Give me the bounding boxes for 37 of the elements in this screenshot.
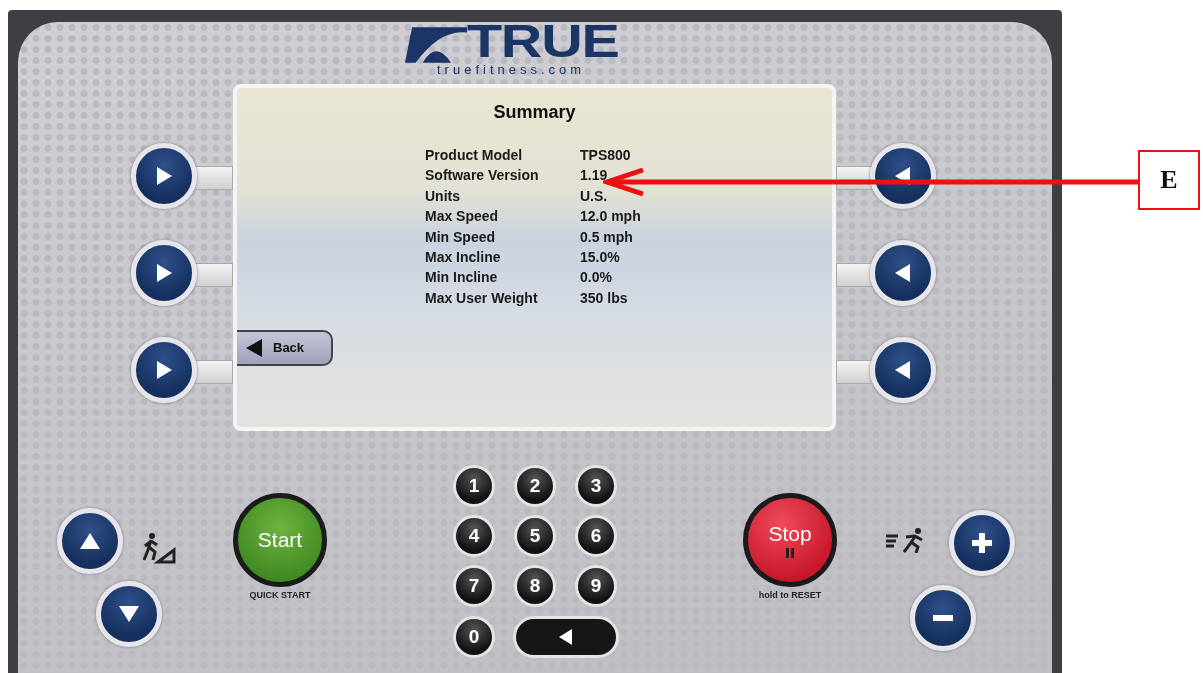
back-arrow-icon [893,262,913,284]
summary-label: Max Incline [425,248,502,265]
reset-caption: hold to RESET [757,590,823,600]
summary-label: Min Incline [425,269,499,286]
play-icon [154,165,174,187]
plus-icon [970,531,994,555]
summary-value: 12.0 mph [580,208,641,225]
summary-label: Units [425,187,461,204]
summary-value: 0.0% [580,269,613,286]
summary-value: 0.5 mph [580,228,634,245]
summary-value: 1.19 [580,167,609,184]
back-button[interactable]: Back [237,329,333,366]
logo-url: truefitness.com [437,62,586,77]
pause-icon [785,548,795,558]
logo-mark-icon [405,27,467,63]
summary-label: Product Model [425,147,524,163]
summary-label: Max Speed [425,208,500,225]
logo-wordmark: TRUE [467,18,619,64]
minus-icon [931,614,955,622]
summary-value: TPS800 [580,147,632,163]
back-arrow-icon [893,359,913,381]
back-arrow-icon [245,337,263,358]
callout-label: E [1138,150,1200,210]
summary-value: 15.0% [580,248,621,265]
screen-title: Summary [493,102,576,123]
backspace-button[interactable] [513,616,619,658]
down-arrow-icon [117,604,141,624]
summary-label: Max User Weight [425,289,539,306]
incline-walker-icon [142,532,176,564]
summary-label: Software Version [425,167,540,184]
quick-start-caption: QUICK START [248,590,312,600]
play-icon [154,262,174,284]
summary-value: U.S. [580,187,609,204]
up-arrow-icon [78,531,102,551]
summary-label: Min Speed [425,228,496,245]
summary-value: 350 lbs [580,289,629,306]
play-icon [154,359,174,381]
